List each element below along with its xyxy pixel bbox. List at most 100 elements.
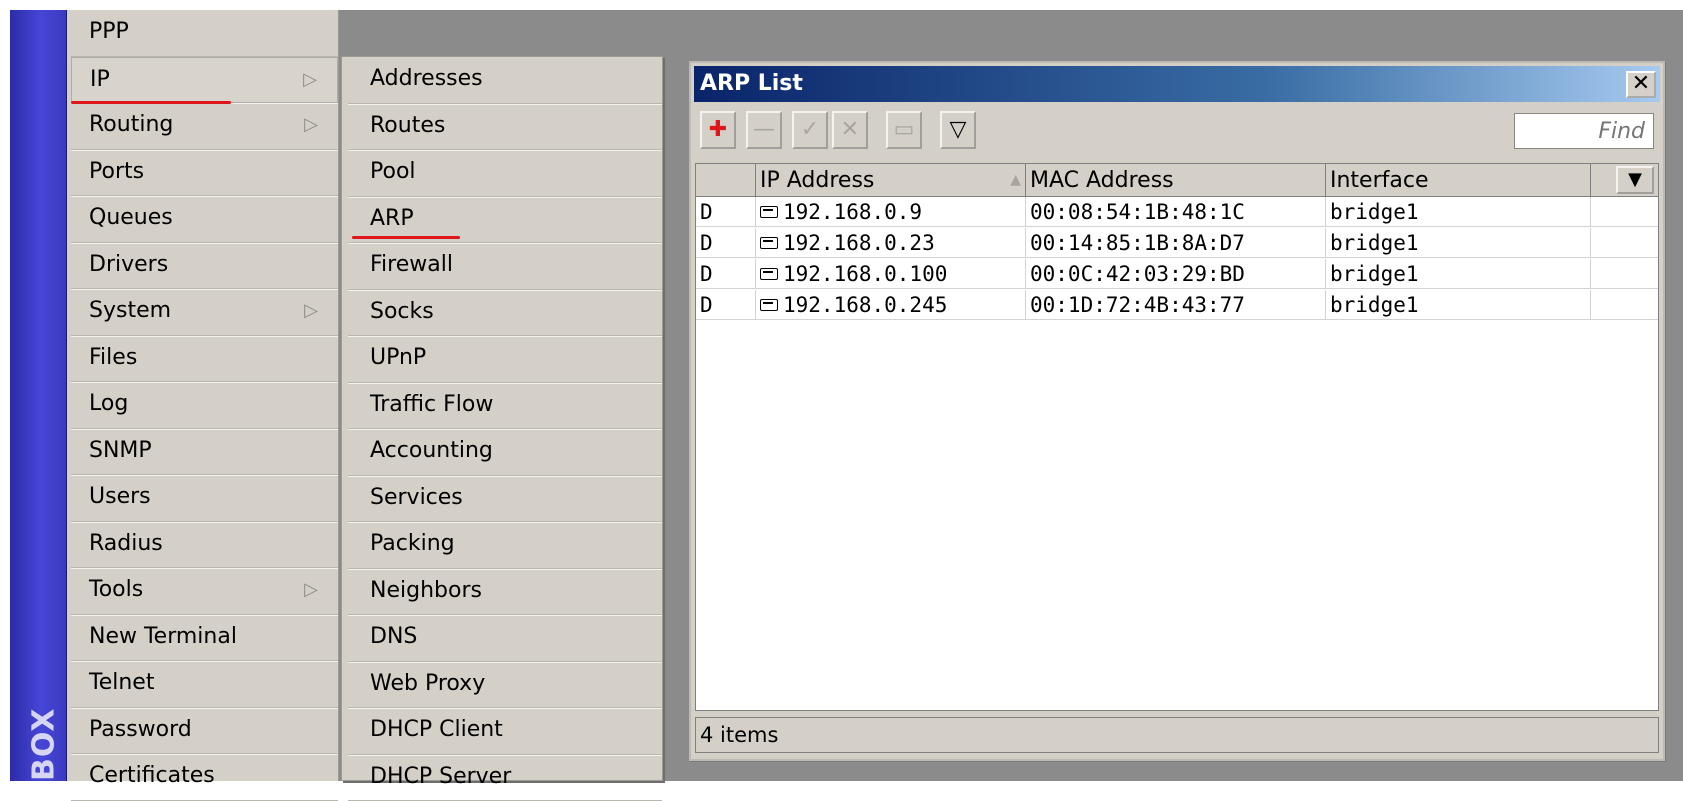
menu-item-label: Log [89,391,128,416]
remove-button[interactable]: — [746,111,782,149]
toolbar: ✚ — ✓ ✕ ▭ ▽ [694,107,1660,157]
disable-button[interactable]: ✕ [832,111,868,149]
submenu-item-label: Web Proxy [370,671,485,696]
menu-item-certificates[interactable]: Certificates [71,754,338,801]
menu-item-radius[interactable]: Radius [71,522,338,569]
menu-item-tools[interactable]: Tools ▷ [71,568,338,615]
menu-item-log[interactable]: Log [71,382,338,429]
enable-button[interactable]: ✓ [792,111,828,149]
submenu-item-label: DHCP Client [370,717,503,742]
table-row[interactable]: D 192.168.0.100 00:0C:42:03:29:BD bridge… [696,259,1658,289]
submenu-item-traffic-flow[interactable]: Traffic Flow [348,383,662,430]
row-interface: bridge1 [1326,228,1591,257]
menu-item-telnet[interactable]: Telnet [71,661,338,708]
menu-item-label: Ports [89,159,144,184]
row-flag: D [696,259,756,288]
submenu-item-neighbors[interactable]: Neighbors [348,569,662,616]
submenu-item-label: Firewall [370,252,453,277]
submenu-item-label: Traffic Flow [370,392,493,417]
row-mac-address: 00:14:85:1B:8A:D7 [1026,228,1326,257]
submenu-item-pool[interactable]: Pool [348,150,662,197]
menu-item-users[interactable]: Users [71,475,338,522]
submenu-item-dns[interactable]: DNS [348,615,662,662]
submenu-item-routes[interactable]: Routes [348,104,662,151]
submenu-item-label: Accounting [370,438,493,463]
menu-item-label: Users [89,484,151,509]
row-ip-address: 192.168.0.9 [756,197,1026,226]
submenu-item-packing[interactable]: Packing [348,522,662,569]
submenu-item-label: Neighbors [370,578,482,603]
menu-item-label: Certificates [89,763,215,788]
submenu-item-upnp[interactable]: UPnP [348,336,662,383]
column-menu-button[interactable]: ▼ [1616,166,1654,194]
menu-item-label: Routing [89,112,173,137]
menu-item-new-terminal[interactable]: New Terminal [71,615,338,662]
ip-highlight-underline [71,101,231,104]
submenu-arrow-icon: ▷ [304,568,318,612]
submenu-item-web-proxy[interactable]: Web Proxy [348,662,662,709]
filter-icon: ▽ [950,117,967,142]
menu-item-files[interactable]: Files [71,336,338,383]
submenu-item-socks[interactable]: Socks [348,290,662,337]
menu-item-label: System [89,298,171,323]
close-button[interactable]: ✕ [1626,71,1656,98]
window-title: ARP List [700,71,803,96]
arp-highlight-underline [352,236,460,239]
submenu-item-label: DNS [370,624,417,649]
menu-item-label: Queues [89,205,173,230]
row-mac-address: 00:1D:72:4B:43:77 [1026,290,1326,319]
row-interface: bridge1 [1326,290,1591,319]
column-header-mac-address[interactable]: MAC Address [1026,164,1326,196]
window-title-bar[interactable]: ARP List ✕ [694,66,1660,102]
menu-item-drivers[interactable]: Drivers [71,243,338,290]
menu-item-system[interactable]: System ▷ [71,289,338,336]
dropdown-arrow-icon: ▼ [1628,169,1642,190]
menu-item-snmp[interactable]: SNMP [71,429,338,476]
column-header-ip-address[interactable]: IP Address ▲ [756,164,1026,196]
menu-item-password[interactable]: Password [71,708,338,755]
column-header-interface[interactable]: Interface [1326,164,1591,196]
menu-item-routing[interactable]: Routing▷ [71,103,338,150]
menu-item-ports[interactable]: Ports [71,150,338,197]
cross-icon: ✕ [841,117,859,142]
brand-text: BOX [24,711,64,781]
table-header: IP Address ▲ MAC Address Interface ▼ [696,164,1658,197]
submenu-arrow-icon: ▷ [304,289,318,333]
row-mac-address: 00:0C:42:03:29:BD [1026,259,1326,288]
filter-button[interactable]: ▽ [940,111,976,149]
row-interface: bridge1 [1326,197,1591,226]
table-row[interactable]: D 192.168.0.23 00:14:85:1B:8A:D7 bridge1 [696,228,1658,258]
menu-item-label: Telnet [89,670,154,695]
menu-item-queues[interactable]: Queues [71,196,338,243]
plus-icon: ✚ [709,117,727,142]
menu-item-label: Tools [89,577,143,602]
comment-button[interactable]: ▭ [886,111,922,149]
submenu-item-accounting[interactable]: Accounting [348,429,662,476]
menu-item-ppp[interactable]: PPP [71,10,338,57]
submenu-item-label: Pool [370,159,416,184]
column-header-label: IP Address [760,168,874,193]
submenu-item-services[interactable]: Services [348,476,662,523]
table-row[interactable]: D 192.168.0.245 00:1D:72:4B:43:77 bridge… [696,290,1658,320]
submenu-item-label: Socks [370,299,434,324]
status-bar: 4 items [695,717,1659,753]
arp-entry-icon [760,268,778,280]
submenu-item-addresses[interactable]: Addresses [348,57,662,104]
table-row[interactable]: D 192.168.0.9 00:08:54:1B:48:1C bridge1 [696,197,1658,227]
menu-item-ip[interactable]: IP▷ [71,57,338,104]
submenu-item-dhcp-server[interactable]: DHCP Server [348,755,662,801]
menu-item-label: Radius [89,531,163,556]
menu-item-label: New Terminal [89,624,237,649]
column-header-flag[interactable] [696,164,756,196]
submenu-item-firewall[interactable]: Firewall [348,243,662,290]
side-brand-strip: BOX [10,10,67,781]
submenu-item-label: Routes [370,113,445,138]
menu-item-label: Drivers [89,252,168,277]
submenu-arrow-icon: ▷ [303,58,317,102]
menu-item-label: PPP [89,19,129,44]
find-input[interactable] [1514,113,1654,149]
submenu-item-dhcp-client[interactable]: DHCP Client [348,708,662,755]
add-button[interactable]: ✚ [700,111,736,149]
submenu-item-label: Packing [370,531,455,556]
submenu-item-label: DHCP Server [370,764,511,789]
